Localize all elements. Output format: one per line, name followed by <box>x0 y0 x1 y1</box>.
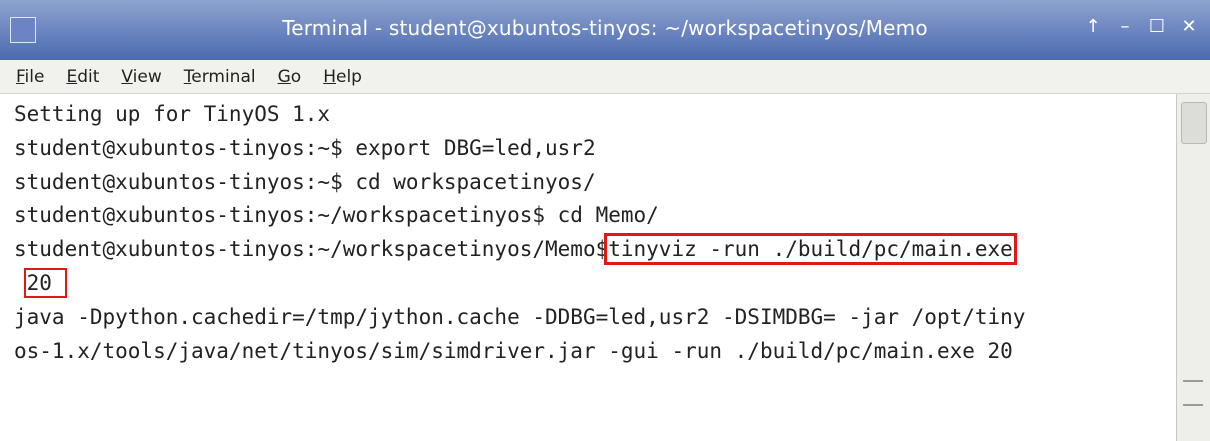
vertical-scrollbar[interactable] <box>1176 94 1210 441</box>
window-controls: ↑ – ☐ ✕ <box>1084 14 1198 38</box>
terminal-line: Setting up for TinyOS 1.x <box>14 102 331 126</box>
minimize-icon[interactable]: – <box>1116 14 1134 38</box>
menu-file[interactable]: File <box>16 67 44 87</box>
terminal-line: java -Dpython.cachedir=/tmp/jython.cache… <box>14 304 1026 329</box>
pin-icon[interactable]: ↑ <box>1084 14 1102 38</box>
menu-go-mnemonic: G <box>277 66 291 87</box>
menu-help-mnemonic: H <box>323 66 336 87</box>
menu-go-label: o <box>290 66 302 87</box>
menu-edit[interactable]: Edit <box>66 67 99 87</box>
terminal-line: 20 <box>14 267 1176 301</box>
menu-edit-label: dit <box>77 66 100 87</box>
menu-file-mnemonic: F <box>16 66 25 87</box>
menu-terminal[interactable]: Terminal <box>184 67 256 87</box>
menu-help-label: elp <box>336 66 362 87</box>
highlighted-command: tinyviz -run ./build/pc/main.exe <box>604 233 1017 266</box>
menu-terminal-label: erminal <box>191 66 256 87</box>
highlighted-argument: 20 <box>23 267 67 298</box>
terminal-prompt: student@xubuntos-tinyos:~/workspacetinyo… <box>14 237 609 262</box>
window-title: Terminal - student@xubuntos-tinyos: ~/wo… <box>282 16 928 40</box>
menu-go[interactable]: Go <box>278 67 302 87</box>
menu-help[interactable]: Help <box>323 67 362 87</box>
terminal-window: Terminal - student@xubuntos-tinyos: ~/wo… <box>0 0 1210 441</box>
terminal-line: student@xubuntos-tinyos:~$ export DBG=le… <box>14 135 596 160</box>
title-bar[interactable]: Terminal - student@xubuntos-tinyos: ~/wo… <box>0 0 1210 61</box>
menu-edit-mnemonic: E <box>66 66 78 87</box>
terminal-output[interactable]: Setting up for TinyOS 1.x student@xubunto… <box>0 94 1176 441</box>
terminal-line: student@xubuntos-tinyos:~/workspacetinyo… <box>14 203 659 228</box>
terminal-line: os-1.x/tools/java/net/tinyos/sim/simdriv… <box>14 338 1013 363</box>
menu-view-mnemonic: V <box>121 66 133 87</box>
close-icon[interactable]: ✕ <box>1180 14 1198 38</box>
scroll-up-handle[interactable] <box>1181 102 1207 144</box>
terminal-prompt-line: student@xubuntos-tinyos:~/workspacetinyo… <box>14 233 1176 267</box>
maximize-icon[interactable]: ☐ <box>1148 14 1166 38</box>
scroll-grip-icon[interactable] <box>1183 380 1203 406</box>
terminal-line: student@xubuntos-tinyos:~$ cd workspacet… <box>14 169 596 194</box>
menu-bar: File Edit View Terminal Go Help <box>0 60 1210 94</box>
menu-view-label: iew <box>132 66 162 87</box>
menu-file-label: ile <box>24 66 45 87</box>
menu-view[interactable]: View <box>121 67 161 87</box>
